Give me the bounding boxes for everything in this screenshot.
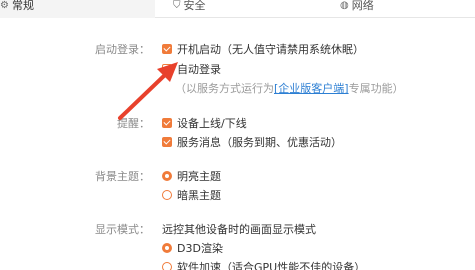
- software-accel-text: 软件加速（适合GPU性能不佳的设备）: [177, 261, 366, 270]
- checkbox-unchecked-icon: [162, 64, 172, 74]
- auto-login-checkbox[interactable]: 自动登录: [162, 61, 221, 77]
- startup-label: 启动登录：: [95, 43, 150, 56]
- note-suffix: 专属功能）: [348, 82, 404, 95]
- device-online-checkbox[interactable]: 设备上线/下线: [162, 115, 247, 131]
- theme-label: 背景主题：: [95, 170, 150, 183]
- d3d-render-radio[interactable]: D3D渲染: [162, 240, 223, 256]
- boot-start-text: 开机启动（无人值守请禁用系统休眠）: [177, 43, 364, 56]
- display-desc: 远控其他设备时的画面显示模式: [162, 223, 316, 236]
- checkbox-checked-icon: [162, 44, 172, 54]
- service-msg-checkbox[interactable]: 服务消息（服务到期、优惠活动）: [162, 134, 342, 150]
- radio-unselected-icon: [162, 190, 172, 200]
- gear-icon: ⚙: [0, 0, 9, 11]
- shield-icon: ⛉: [173, 0, 181, 11]
- device-online-text: 设备上线/下线: [177, 117, 247, 130]
- auto-login-note: （以服务方式运行为[企业版客户端]专属功能）: [175, 80, 404, 96]
- tab-general-label: 常规: [11, 0, 34, 12]
- tabbar-divider: [155, 17, 475, 18]
- auto-login-text: 自动登录: [177, 63, 221, 76]
- checkbox-checked-icon: [162, 118, 172, 128]
- tab-security[interactable]: ⛉ 安全: [155, 0, 325, 18]
- globe-icon: ◍: [340, 0, 349, 11]
- enterprise-client-link[interactable]: [企业版客户端]: [274, 82, 349, 95]
- theme-dark-text: 暗黑主题: [177, 189, 221, 202]
- theme-dark-radio[interactable]: 暗黑主题: [162, 187, 221, 203]
- tab-general[interactable]: ⚙ 常规: [0, 0, 155, 18]
- tab-network[interactable]: ◍ 网络: [325, 0, 475, 18]
- tab-network-label: 网络: [351, 0, 374, 12]
- tab-security-label: 安全: [183, 0, 206, 12]
- radio-unselected-icon: [162, 262, 172, 270]
- settings-tabbar: ⚙ 常规 ⛉ 安全 ◍ 网络: [0, 0, 475, 18]
- d3d-render-text: D3D渲染: [177, 242, 223, 255]
- radio-selected-icon: [162, 171, 172, 181]
- theme-light-radio[interactable]: 明亮主题: [162, 168, 221, 184]
- display-label: 显示模式：: [95, 223, 150, 236]
- reminder-label: 提醒：: [117, 117, 150, 130]
- note-prefix: （以服务方式运行为: [175, 82, 274, 95]
- checkbox-checked-icon: [162, 137, 172, 147]
- radio-selected-icon: [162, 243, 172, 253]
- theme-light-text: 明亮主题: [177, 170, 221, 183]
- software-accel-radio[interactable]: 软件加速（适合GPU性能不佳的设备）: [162, 259, 365, 270]
- service-msg-text: 服务消息（服务到期、优惠活动）: [177, 136, 342, 149]
- boot-start-checkbox[interactable]: 开机启动（无人值守请禁用系统休眠）: [162, 41, 364, 57]
